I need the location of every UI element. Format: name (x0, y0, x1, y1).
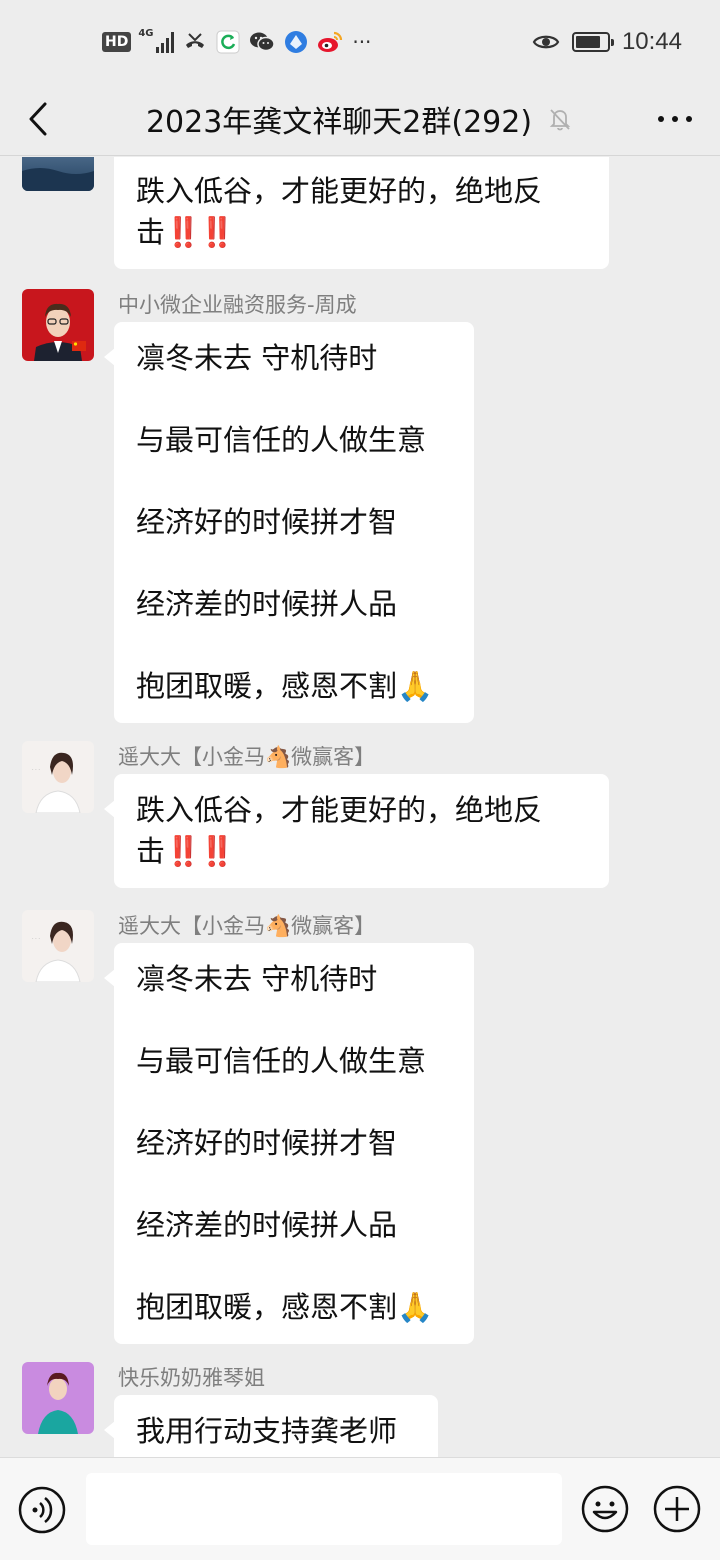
svg-text:· · ·: · · · (32, 936, 40, 942)
title-wrap: 2023年龚文祥聊天2群(292) (0, 82, 720, 156)
double-exclamation-emoji: ‼️‼️ (165, 834, 235, 868)
more-actions-button[interactable] (652, 1484, 702, 1534)
chat-title[interactable]: 2023年龚文祥聊天2群(292) (146, 97, 532, 141)
message-bubble[interactable]: 跌入低谷，才能更好的，绝地反 击‼️‼️ (104, 774, 609, 888)
svg-text:· · ·: · · · (32, 767, 40, 773)
message-text: 我用行动支持龚老师 (136, 1414, 398, 1448)
input-bar (0, 1457, 720, 1560)
message-text: 与最可信任的人做生意 (136, 1044, 427, 1078)
pray-emoji: 🙏 (397, 669, 434, 703)
message-text: 凛冬未去 守机待时 (136, 341, 378, 375)
message-text: 跌入低谷，才能更好的，绝地反 (136, 793, 543, 827)
more-notifications-icon: ··· (352, 30, 372, 54)
avatar[interactable]: · · · (22, 741, 94, 813)
more-icon (658, 116, 664, 122)
status-bar-right: 10:44 (532, 28, 682, 56)
hd-icon: HD (102, 32, 132, 52)
message-bubble[interactable]: 我用行动支持龚老师 (104, 1395, 438, 1457)
emoji-button[interactable] (580, 1484, 630, 1534)
message-text-last: 抱团取暖，感恩不割🙏 (136, 666, 452, 707)
message-bubble[interactable]: 凛冬未去 守机待时 与最可信任的人做生意 经济好的时候拼才智 经济差的时候拼人品… (104, 943, 474, 1344)
message-input[interactable] (86, 1473, 562, 1545)
plus-icon (653, 1485, 701, 1533)
message-text: 凛冬未去 守机待时 (136, 962, 378, 996)
message-text-cont: 击‼️‼️ (136, 831, 587, 872)
sender-name: 快乐奶奶雅琴姐 (118, 1366, 265, 1390)
message-bubble[interactable]: 跌入低谷，才能更好的，绝地反 击‼️‼️ (114, 157, 609, 269)
battery-icon (571, 32, 614, 52)
voice-button[interactable] (18, 1486, 66, 1534)
wechat-icon (250, 32, 276, 52)
voice-icon (18, 1486, 66, 1534)
network-label: 4G (138, 28, 154, 39)
message-bubble[interactable]: 凛冬未去 守机待时 与最可信任的人做生意 经济好的时候拼才智 经济差的时候拼人品… (104, 322, 474, 723)
avatar[interactable]: · · · (22, 910, 94, 982)
message-text: 抱团取暖，感恩不割 (136, 669, 398, 703)
message-text: 经济差的时候拼人品 (136, 587, 398, 621)
message-text: 经济好的时候拼才智 (136, 505, 398, 539)
missed-call-icon (186, 33, 205, 48)
message-text: 抱团取暖，感恩不割 (136, 1290, 398, 1324)
status-bar: HD 4G ··· 10:44 (0, 0, 720, 82)
sender-name: 遥大大【小金马🐴微赢客】 (118, 914, 376, 938)
message-text: 击 (136, 834, 166, 868)
sender-name: 遥大大【小金马🐴微赢客】 (118, 745, 376, 769)
message-text: 跌入低谷，才能更好的，绝地反 (136, 174, 543, 208)
sender-name: 中小微企业融资服务-周成 (118, 293, 357, 317)
mute-bell-icon (549, 109, 571, 131)
message-text-cont: 击‼️‼️ (136, 212, 587, 253)
avatar[interactable] (22, 289, 94, 361)
status-bar-left: HD 4G ··· (102, 28, 371, 56)
clock: 10:44 (621, 28, 682, 55)
weibo-icon (318, 31, 343, 52)
more-button[interactable] (658, 104, 692, 134)
message-text: 经济好的时候拼才智 (136, 1126, 398, 1160)
pray-emoji: 🙏 (397, 1290, 434, 1324)
chat-messages[interactable]: 跌入低谷，才能更好的，绝地反 击‼️‼️ 中小微企业融资服务-周成 凛冬未去 守… (0, 157, 720, 1457)
emoji-icon (581, 1485, 629, 1533)
browser-icon (285, 31, 308, 53)
battery-level (575, 36, 600, 48)
eye-icon (532, 35, 560, 49)
sync-app-icon (216, 30, 240, 54)
message-text-last: 抱团取暖，感恩不割🙏 (136, 1287, 452, 1328)
message-text: 击 (136, 215, 166, 249)
signal-icon: 4G (138, 28, 175, 53)
message-text: 经济差的时候拼人品 (136, 1208, 398, 1242)
message-text: 与最可信任的人做生意 (136, 423, 427, 457)
avatar[interactable] (22, 157, 94, 191)
double-exclamation-emoji: ‼️‼️ (165, 215, 235, 249)
chat-header: 2023年龚文祥聊天2群(292) (0, 82, 720, 156)
avatar[interactable] (22, 1362, 94, 1434)
